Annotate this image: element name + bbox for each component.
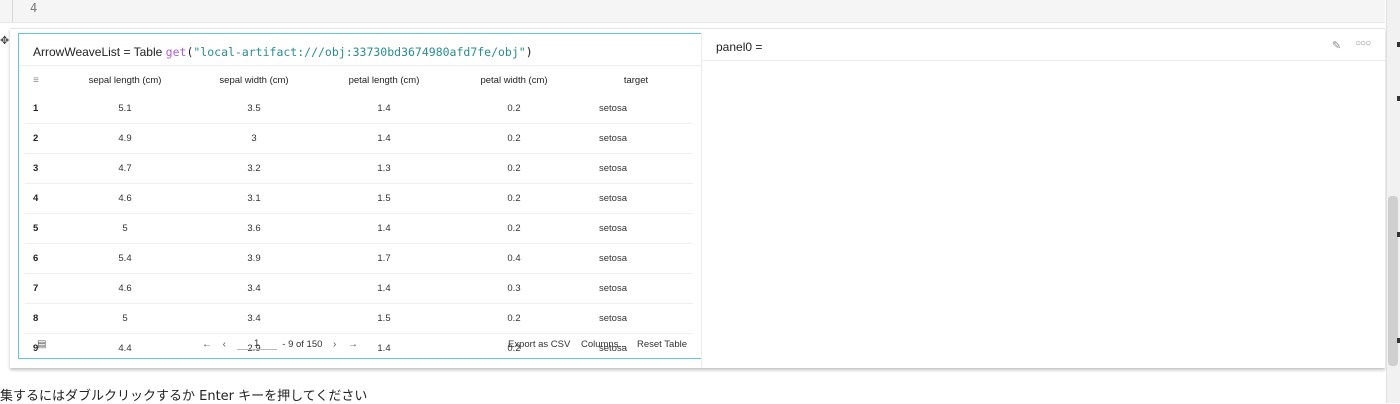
table-row[interactable]: 2 4.9 3 1.4 0.2 setosa xyxy=(25,123,693,154)
divider xyxy=(702,60,1385,61)
table-cell: 0.3 xyxy=(449,273,579,304)
more-icon[interactable]: ○○○ xyxy=(1355,38,1371,49)
export-csv-button[interactable]: Export as CSV xyxy=(508,339,570,350)
table-cell: 3.9 xyxy=(189,243,319,274)
table-cell: 3.6 xyxy=(189,213,319,244)
table-cell: 5 xyxy=(61,303,189,334)
table-cell: 3.2 xyxy=(189,153,319,184)
table-cell: 4.6 xyxy=(61,273,189,304)
table-cell: setosa xyxy=(579,303,693,334)
table-cell: setosa xyxy=(579,183,693,214)
pencil-icon[interactable]: ✎ xyxy=(1332,39,1341,52)
panel-divider xyxy=(701,33,702,368)
table-cell: 5.1 xyxy=(61,94,189,124)
table-cell: 0.2 xyxy=(449,183,579,214)
row-index: 1 xyxy=(25,94,61,124)
table-cell: 3.4 xyxy=(189,273,319,304)
table-cell: setosa xyxy=(579,273,693,304)
var-name: ArrowWeaveList xyxy=(33,45,121,59)
table-cell: 0.2 xyxy=(449,94,579,124)
table-cell: 0.2 xyxy=(449,213,579,244)
table-cell: setosa xyxy=(579,243,693,274)
columns-button[interactable]: Columns... xyxy=(581,339,626,350)
table-cell: 5 xyxy=(61,213,189,244)
row-index: 3 xyxy=(25,153,61,184)
filter-icon[interactable]: ≡ xyxy=(33,75,39,86)
table-cell: 3.4 xyxy=(189,303,319,334)
expression-editor[interactable]: ArrowWeaveList = Table get("local-artifa… xyxy=(33,45,533,59)
table-cell: 0.2 xyxy=(449,123,579,154)
panel-title[interactable]: panel0 = xyxy=(716,40,762,54)
row-index: 5 xyxy=(25,213,61,244)
data-table: ≡ sepal length (cm) sepal width (cm) pet… xyxy=(25,66,693,363)
column-header[interactable]: sepal width (cm) xyxy=(189,66,319,94)
table-cell: 1.5 xyxy=(319,183,449,214)
table-cell: 0.4 xyxy=(449,243,579,274)
column-header[interactable]: petal width (cm) xyxy=(449,66,579,94)
table-cell: 1.7 xyxy=(319,243,449,274)
table-cell: 1.4 xyxy=(319,94,449,124)
table-icon[interactable]: ▤ xyxy=(37,339,46,350)
table-cell: 0.2 xyxy=(449,153,579,184)
page-input[interactable]: 1 xyxy=(236,338,277,350)
column-header-index[interactable]: ≡ xyxy=(25,66,61,94)
line-number: 4 xyxy=(30,1,38,15)
prev-page-button[interactable]: ‹ xyxy=(223,339,226,350)
paren-close: ) xyxy=(525,45,533,59)
table-cell: 0.2 xyxy=(449,303,579,334)
table-cell: 1.5 xyxy=(319,303,449,334)
next-page-button[interactable]: › xyxy=(333,339,336,350)
table-cell: setosa xyxy=(579,94,693,124)
column-header[interactable]: sepal length (cm) xyxy=(61,66,189,94)
row-index: 4 xyxy=(25,183,61,214)
table-cell: 4.9 xyxy=(61,123,189,154)
gutter-line xyxy=(12,0,13,22)
page-range: - 9 of 150 xyxy=(282,338,323,350)
table-row[interactable]: 8 5 3.4 1.5 0.2 setosa xyxy=(25,303,693,334)
table-cell: 4.6 xyxy=(61,183,189,214)
table-cell: 1.4 xyxy=(319,213,449,244)
column-header[interactable]: target xyxy=(579,66,693,94)
edit-hint: 集するにはダブルクリックするか Enter キーを押してください xyxy=(0,389,368,404)
column-header[interactable]: petal length (cm) xyxy=(319,66,449,94)
row-index: 7 xyxy=(25,273,61,304)
row-index: 8 xyxy=(25,303,61,334)
table-cell: setosa xyxy=(579,123,693,154)
table-row[interactable]: 5 5 3.6 1.4 0.2 setosa xyxy=(25,213,693,244)
table-row[interactable]: 3 4.7 3.2 1.3 0.2 setosa xyxy=(25,153,693,184)
output-card: ArrowWeaveList = Table get("local-artifa… xyxy=(10,28,1385,368)
table-cell: 3.1 xyxy=(189,183,319,214)
reset-table-button[interactable]: Reset Table xyxy=(637,339,687,350)
artifact-path: "local-artifact:///obj:33730bd3674980afd… xyxy=(193,45,526,59)
table-row[interactable]: 7 4.6 3.4 1.4 0.3 setosa xyxy=(25,273,693,304)
last-page-button[interactable]: → xyxy=(348,339,358,350)
table-cell: 5.4 xyxy=(61,243,189,274)
table-footer: ▤ ← ‹ 1 - 9 of 150 › → Export as CSV Col… xyxy=(19,334,701,358)
table-cell: 1.3 xyxy=(319,153,449,184)
move-handle-icon[interactable]: ✥ xyxy=(0,34,9,47)
code-cell-strip[interactable]: 4 xyxy=(0,0,1385,23)
table-row[interactable]: 6 5.4 3.9 1.7 0.4 setosa xyxy=(25,243,693,274)
pagination: ← ‹ 1 - 9 of 150 › → xyxy=(202,338,366,350)
table-cell: 3 xyxy=(189,123,319,154)
table-cell: 3.5 xyxy=(189,94,319,124)
function-name: get xyxy=(165,45,187,59)
table-panel[interactable]: ArrowWeaveList = Table get("local-artifa… xyxy=(18,33,702,359)
table-cell: 4.7 xyxy=(61,153,189,184)
table-row[interactable]: 4 4.6 3.1 1.5 0.2 setosa xyxy=(25,183,693,214)
type-name: Table xyxy=(133,45,163,59)
equals-sign: = xyxy=(123,45,131,59)
table-actions: Export as CSV Columns... Reset Table xyxy=(500,339,687,350)
table-row[interactable]: 1 5.1 3.5 1.4 0.2 setosa xyxy=(25,94,693,124)
row-index: 6 xyxy=(25,243,61,274)
table-cell: setosa xyxy=(579,153,693,184)
first-page-button[interactable]: ← xyxy=(202,339,212,350)
table-cell: 1.4 xyxy=(319,273,449,304)
table-cell: setosa xyxy=(579,213,693,244)
row-index: 2 xyxy=(25,123,61,154)
table-cell: 1.4 xyxy=(319,123,449,154)
